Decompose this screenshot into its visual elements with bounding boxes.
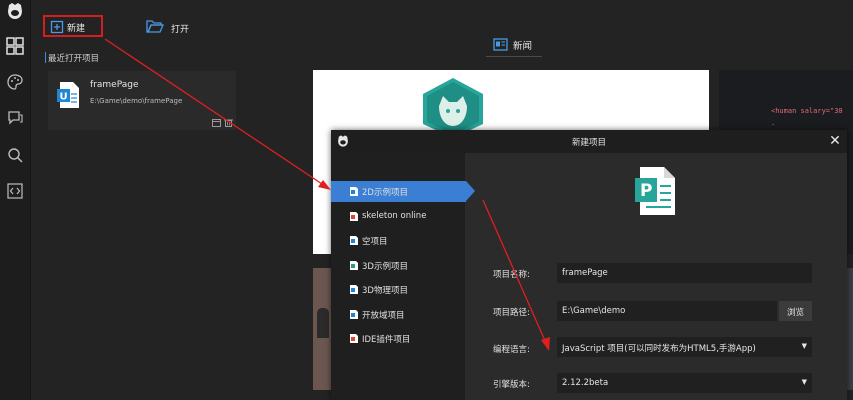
recent-project-item[interactable]: U framePage E:\Game\demo\framePage	[48, 71, 236, 130]
open-project-label: 打开	[171, 25, 190, 35]
new-project-dialog: 新建项目 ✕ 2D示例项目 skeleton online 空项目 3D示例项目…	[331, 130, 847, 400]
project-template-icon: P	[635, 167, 675, 215]
project-path-field[interactable]: E:\Game\demo	[557, 301, 777, 321]
project-type-label: 3D物理项目	[362, 286, 408, 296]
news-card-photo-right[interactable]	[846, 268, 853, 390]
code-preview-line: <human salary="30	[771, 107, 843, 115]
project-type-list: 2D示例项目 skeleton online 空项目 3D示例项目 3D物理项目…	[331, 153, 475, 400]
person-silhouette	[317, 308, 329, 338]
project-type-item[interactable]: 空项目	[331, 230, 465, 251]
recent-project-path: E:\Game\demo\framePage	[90, 97, 183, 105]
grid-icon[interactable]	[6, 37, 24, 55]
tab-news[interactable]: 新闻	[486, 35, 542, 57]
tab-news-label: 新闻	[513, 41, 533, 52]
search-icon[interactable]	[6, 146, 24, 164]
project-type-icon	[350, 285, 358, 294]
open-folder-icon[interactable]	[212, 119, 221, 127]
code-icon[interactable]	[6, 182, 24, 200]
project-type-label: skeleton online	[362, 211, 427, 221]
open-project-button[interactable]: 打开	[146, 17, 206, 37]
engine-version-select[interactable]: 2.12.2beta ▼	[557, 373, 812, 393]
project-name-field[interactable]: framePage	[557, 263, 812, 283]
new-file-icon	[50, 20, 64, 34]
svg-text:P: P	[640, 181, 652, 201]
new-project-button[interactable]: 新建	[43, 15, 103, 37]
project-type-item[interactable]: 3D示例项目	[331, 255, 465, 276]
chat-icon[interactable]	[6, 109, 24, 127]
project-file-icon: U	[57, 82, 79, 108]
news-icon	[493, 38, 508, 51]
palette-icon[interactable]	[6, 73, 24, 91]
project-type-item[interactable]: 3D物理项目	[331, 279, 465, 300]
recent-projects-header: 最近打开项目	[44, 52, 100, 64]
dialog-title: 新建项目	[571, 138, 606, 148]
language-select[interactable]: JavaScript 项目(可以同时发布为HTML5,手游App) ▼	[557, 337, 812, 357]
news-card-photo[interactable]	[313, 268, 333, 390]
project-type-icon	[350, 212, 358, 221]
project-type-icon	[350, 334, 358, 343]
engine-version-label: 引擎版本:	[493, 380, 530, 390]
project-panel: 新建 打开 最近打开项目 U framePage E:\Game\demo\fr…	[31, 0, 256, 400]
svg-text:U: U	[60, 92, 68, 103]
laya-logo-icon	[423, 78, 483, 138]
project-type-label: IDE插件项目	[362, 335, 411, 345]
code-preview-line: .	[771, 119, 776, 127]
project-type-icon	[350, 261, 358, 270]
language-select-value: JavaScript 项目(可以同时发布为HTML5,手游App)	[562, 344, 756, 354]
recent-project-name: framePage	[90, 80, 139, 90]
icon-rail	[0, 0, 31, 400]
project-type-item[interactable]: IDE插件项目	[331, 328, 465, 349]
project-type-item[interactable]: skeleton online	[331, 206, 465, 227]
project-name-label: 项目名称:	[493, 270, 530, 280]
language-label: 编程语言:	[493, 345, 530, 355]
project-type-label: 空项目	[362, 237, 388, 247]
project-type-icon	[350, 236, 358, 245]
project-path-label: 项目路径:	[493, 308, 530, 318]
delete-icon[interactable]	[224, 119, 233, 127]
engine-version-value: 2.12.2beta	[562, 378, 609, 388]
project-type-label: 2D示例项目	[362, 188, 408, 198]
project-type-icon	[350, 187, 358, 196]
new-project-label: 新建	[67, 24, 86, 34]
project-type-label: 3D示例项目	[362, 262, 408, 272]
dialog-titlebar: 新建项目 ✕	[331, 130, 847, 153]
chevron-down-icon: ▼	[801, 378, 807, 386]
folder-open-icon	[146, 20, 164, 33]
project-type-label: 开放域项目	[362, 311, 405, 321]
close-icon[interactable]: ✕	[828, 134, 842, 148]
chevron-down-icon: ▼	[801, 342, 807, 350]
project-type-icon	[350, 310, 358, 319]
project-type-item[interactable]: 开放域项目	[331, 304, 465, 325]
app-logo-icon	[8, 3, 22, 19]
browse-button[interactable]: 浏览	[779, 301, 812, 321]
project-type-item[interactable]: 2D示例项目	[331, 181, 475, 202]
